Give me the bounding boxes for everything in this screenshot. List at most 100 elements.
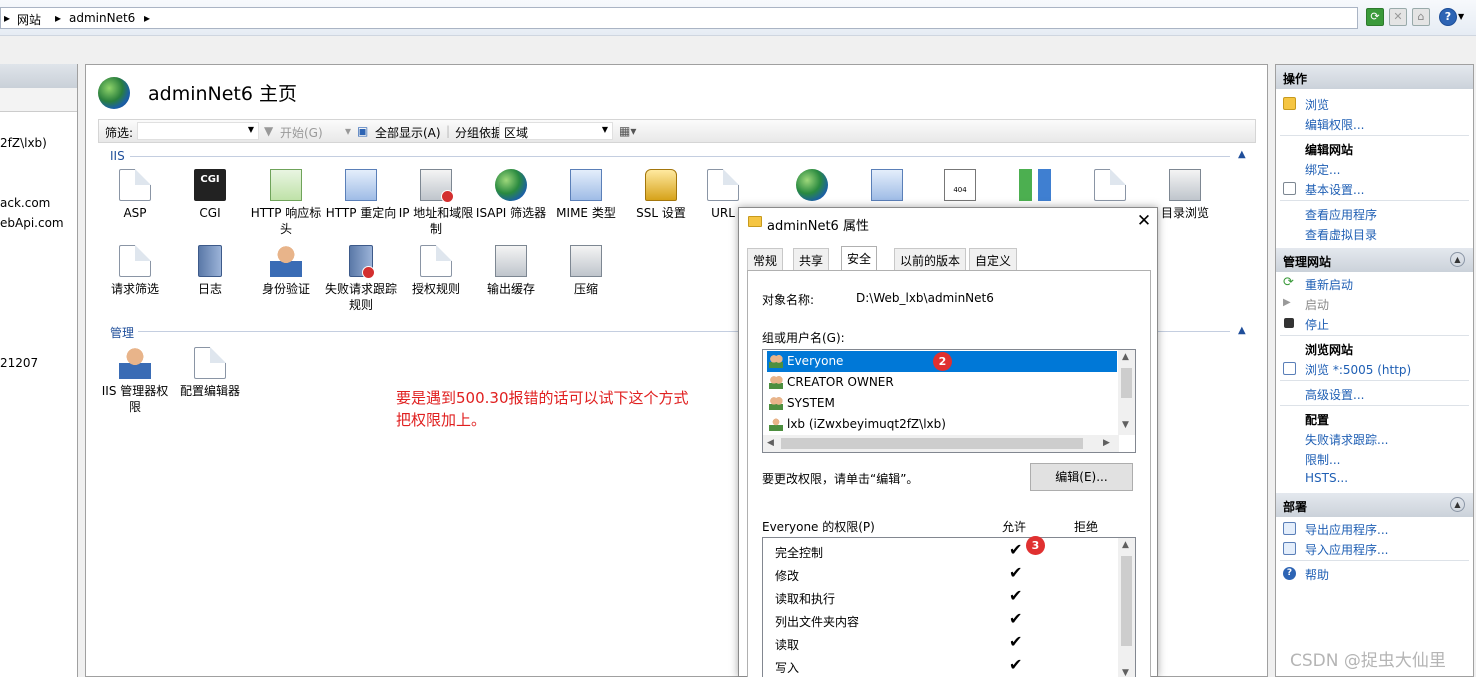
tab-security[interactable]: 安全 (841, 246, 878, 271)
bindings-link[interactable]: 绑定... (1305, 161, 1340, 178)
feature-authentication[interactable]: 身份验证 (248, 245, 324, 297)
advanced-settings-link[interactable]: 高级设置... (1305, 386, 1364, 403)
feature-hidden-error-pages[interactable] (922, 169, 998, 205)
tree-node[interactable]: 2fZ\lxb) (0, 136, 47, 150)
view-mode-icon[interactable]: ▦▾ (619, 124, 636, 138)
table-row: 读取和执行 ✔ (763, 586, 1119, 609)
browser-icon (1283, 362, 1296, 375)
refresh-icon[interactable]: ⟳ (1366, 8, 1384, 26)
feature-compression[interactable]: 压缩 (548, 245, 624, 297)
scroll-thumb[interactable] (1121, 556, 1132, 646)
tab-general[interactable]: 常规 (747, 248, 784, 270)
breadcrumb-item-site[interactable]: adminNet6 (69, 11, 135, 25)
permission-name: 完全控制 (775, 546, 824, 560)
tab-previous-versions[interactable]: 以前的版本 (894, 248, 967, 270)
list-item-creator-owner[interactable]: CREATOR OWNER (767, 372, 1117, 393)
feature-http-response-headers[interactable]: HTTP 响应标头 (248, 169, 324, 237)
feature-iis-manager-permissions[interactable]: IIS 管理器权限 (97, 347, 173, 415)
tab-sharing[interactable]: 共享 (793, 248, 830, 270)
feature-ip-restrictions[interactable]: IP 地址和域限制 (398, 169, 474, 237)
help-icon[interactable]: ? (1439, 8, 1457, 26)
chevron-down-icon[interactable]: ▼ (1458, 12, 1464, 21)
browse-link[interactable]: 浏览 (1305, 96, 1329, 113)
feature-configuration-editor[interactable]: 配置编辑器 (172, 347, 248, 399)
start-button[interactable]: 开始(G) (280, 124, 323, 141)
browse-port-link[interactable]: 浏览 *:5005 (http) (1305, 361, 1411, 378)
import-application-link[interactable]: 导入应用程序... (1305, 541, 1388, 558)
export-application-link[interactable]: 导出应用程序... (1305, 521, 1388, 538)
feature-asp[interactable]: ASP (97, 169, 173, 221)
feature-ssl-settings[interactable]: SSL 设置 (623, 169, 699, 221)
modules-icon (1019, 169, 1051, 201)
scroll-right-icon[interactable]: ▶ (1103, 438, 1110, 448)
feature-hidden-globe[interactable] (774, 169, 850, 205)
close-icon[interactable]: ✕ (1135, 211, 1153, 231)
manage-site-header: 管理网站 ▲ (1276, 248, 1473, 272)
collapse-icon[interactable]: ▲ (1450, 497, 1465, 512)
feature-label: 目录浏览 (1160, 206, 1209, 220)
view-virtual-directories-link[interactable]: 查看虚拟目录 (1305, 226, 1377, 243)
tab-customize[interactable]: 自定义 (969, 248, 1018, 270)
scroll-down-icon[interactable]: ▼ (1122, 668, 1129, 677)
divider (1280, 135, 1469, 136)
tree-node[interactable]: ebApi.com (0, 216, 64, 230)
feature-isapi-filters[interactable]: ISAPI 筛选器 (473, 169, 549, 221)
breadcrumb[interactable]: ▸ 网站 ▸ adminNet6 ▸ (0, 7, 1358, 29)
feature-hidden-default-doc[interactable] (1072, 169, 1148, 205)
feature-logging[interactable]: 日志 (172, 245, 248, 297)
scroll-left-icon[interactable]: ◀ (767, 438, 774, 448)
hsts-link[interactable]: HSTS... (1305, 471, 1348, 485)
scroll-thumb[interactable] (1121, 368, 1132, 398)
collapse-icon[interactable]: ▲ (1450, 252, 1465, 267)
restart-link[interactable]: 重新启动 (1305, 276, 1353, 293)
limits-link[interactable]: 限制... (1305, 451, 1340, 468)
collapse-icon[interactable]: ▲ (1238, 325, 1246, 336)
table-row: 列出文件夹内容 ✔ (763, 609, 1119, 632)
divider (1280, 380, 1469, 381)
breadcrumb-item-sites[interactable]: 网站 (17, 11, 41, 28)
feature-label: MIME 类型 (556, 206, 616, 220)
stop-link[interactable]: 停止 (1305, 316, 1329, 333)
stop-icon[interactable]: ✕ (1389, 8, 1407, 26)
permissions-scrollbar[interactable]: ▲ ▼ (1118, 538, 1135, 677)
feature-cgi[interactable]: CGI CGI (172, 169, 248, 221)
actions-header: 操作 (1276, 65, 1473, 89)
list-item-lxb[interactable]: lxb (iZwxbeyimuqt2fZ\lxb) (767, 414, 1117, 435)
divider (1280, 200, 1469, 201)
feature-output-caching[interactable]: 输出缓存 (473, 245, 549, 297)
permission-name: 写入 (775, 661, 800, 675)
basic-settings-link[interactable]: 基本设置... (1305, 181, 1364, 198)
group-by-select[interactable]: 区域 ▼ (499, 122, 613, 140)
failed-request-tracing-link[interactable]: 失败请求跟踪... (1305, 431, 1388, 448)
feature-hidden-arrows[interactable] (849, 169, 925, 205)
scroll-up-icon[interactable]: ▲ (1122, 540, 1129, 550)
scroll-thumb[interactable] (781, 438, 1083, 449)
help-link[interactable]: 帮助 (1305, 566, 1329, 583)
edit-permissions-link[interactable]: 编辑权限... (1305, 116, 1364, 133)
user-name: CREATOR OWNER (787, 375, 894, 389)
actions-pane: 操作 浏览 编辑权限... 编辑网站 绑定... 基本设置... 查看应用程序 … (1275, 64, 1474, 677)
feature-directory-browsing[interactable]: 目录浏览 (1147, 169, 1223, 221)
show-all-button[interactable]: 全部显示(A) (375, 124, 441, 141)
feature-authorization-rules[interactable]: 授权规则 (398, 245, 474, 297)
users-horizontal-scrollbar[interactable]: ◀ ▶ (763, 435, 1119, 452)
collapse-icon[interactable]: ▲ (1238, 149, 1246, 160)
feature-mime-types[interactable]: MIME 类型 (548, 169, 624, 221)
scroll-down-icon[interactable]: ▼ (1122, 420, 1129, 430)
scroll-up-icon[interactable]: ▲ (1122, 352, 1129, 362)
users-vertical-scrollbar[interactable]: ▲ ▼ (1118, 350, 1135, 435)
edit-button[interactable]: 编辑(E)... (1030, 463, 1133, 491)
filter-input[interactable]: ▼ (137, 122, 259, 140)
home-icon[interactable]: ⌂ (1412, 8, 1430, 26)
tree-node[interactable]: ack.com (0, 196, 50, 210)
feature-failed-request-tracing[interactable]: 失败请求跟踪规则 (323, 245, 399, 313)
show-all-icon: ▣ (357, 124, 369, 138)
start-link[interactable]: 启动 (1305, 296, 1329, 313)
list-item-system[interactable]: SYSTEM (767, 393, 1117, 414)
feature-hidden-modules[interactable] (997, 169, 1073, 205)
annotation-line: 要是遇到500.30报错的话可以试下这个方式 (396, 389, 689, 407)
feature-request-filtering[interactable]: 请求筛选 (97, 245, 173, 297)
tree-node[interactable]: 21207 (0, 356, 38, 370)
feature-http-redirect[interactable]: HTTP 重定向 (323, 169, 399, 221)
view-applications-link[interactable]: 查看应用程序 (1305, 206, 1377, 223)
